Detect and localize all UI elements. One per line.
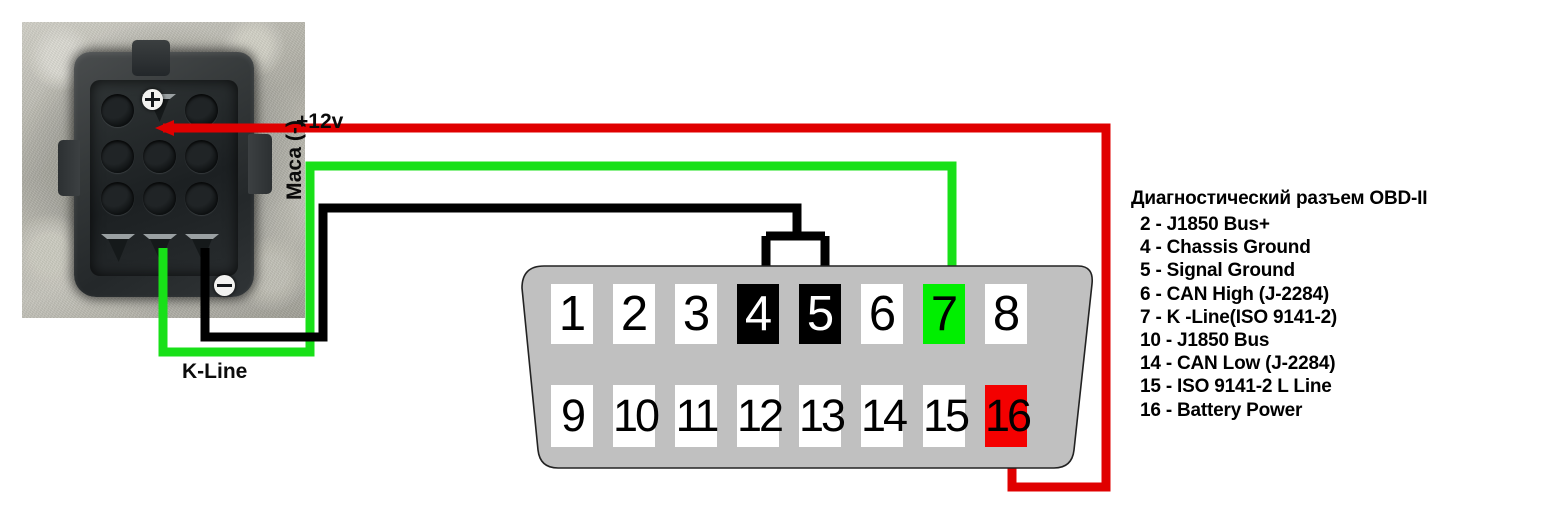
cavity-mid-right: [185, 140, 218, 173]
legend-item-pin-16: 16 - Battery Power: [1140, 399, 1303, 421]
legend-item-pin-6: 6 - CAN High (J-2284): [1140, 283, 1330, 305]
obd-pin-8[interactable]: 8: [985, 284, 1027, 344]
cavity-row3-left: [101, 182, 134, 215]
obd-pin-16[interactable]: 16: [985, 385, 1032, 447]
legend-item-pin-10: 10 - J1850 Bus: [1140, 330, 1270, 352]
obd-pin-12[interactable]: 12: [737, 385, 784, 447]
obd-pin-9[interactable]: 9: [551, 385, 593, 447]
obd-pin-5[interactable]: 5: [799, 284, 841, 344]
cavity-row3-middle: [143, 182, 176, 215]
obd-pin-10[interactable]: 10: [613, 385, 660, 447]
legend-item-pin-2: 2 - J1850 Bus+: [1140, 214, 1270, 235]
legend-item-pin-7: 7 - K -Line(ISO 9141-2): [1140, 306, 1338, 328]
legend-title: Диагностический разъем OBD-II: [1131, 188, 1428, 209]
obd-pin-4[interactable]: 4: [737, 284, 779, 344]
cavity-top-left: [101, 94, 134, 127]
obd-pin-11[interactable]: 11: [675, 385, 719, 447]
obd-ii-connector: 1 2 3 4 5 6 7 8 9 10 11 12 13 14 15 16: [500, 258, 1100, 478]
connector-left-ear: [58, 140, 80, 196]
obd-pin-14[interactable]: 14: [861, 385, 908, 447]
legend-item-pin-5: 5 - Signal Ground: [1140, 260, 1295, 282]
obd-pin-1[interactable]: 1: [551, 284, 593, 344]
connector-right-ear: [248, 134, 272, 194]
obd-wiring-diagram: +12v K-Line Маса (-) 1 2 3 4 5 6 7 8 9 1…: [0, 0, 1553, 507]
cavity-mid-left: [101, 140, 134, 173]
legend-item-pin-15: 15 - ISO 9141-2 L Line: [1140, 376, 1332, 398]
connector-photo: [22, 22, 305, 318]
wire-label-kline: K-Line: [182, 360, 248, 383]
plus-terminal-marker-icon: [142, 89, 163, 110]
connector-latch-tab: [132, 40, 170, 76]
wire-label-ground: Маса (-): [283, 120, 306, 200]
obd-pin-row-bottom: 9 10 11 12 13 14 15 16: [551, 385, 1032, 447]
obd-pinout-legend: Диагностический разъем OBD-II 2 - J1850 …: [1131, 188, 1428, 422]
obd-pin-3[interactable]: 3: [675, 284, 717, 344]
cavity-row3-right: [185, 182, 218, 215]
cavity-mid-middle: [143, 140, 176, 173]
cavity-top-right: [185, 94, 218, 127]
obd-pin-row-top: 1 2 3 4 5 6 7 8: [551, 284, 1027, 344]
obd-pin-7[interactable]: 7: [923, 284, 965, 344]
obd-pin-2[interactable]: 2: [613, 284, 655, 344]
obd-pin-15[interactable]: 15: [923, 385, 970, 447]
minus-terminal-marker-icon: [214, 275, 235, 296]
obd-pin-13[interactable]: 13: [799, 385, 846, 447]
obd-pin-6[interactable]: 6: [861, 284, 903, 344]
legend-item-pin-4: 4 - Chassis Ground: [1140, 237, 1311, 259]
legend-item-pin-14: 14 - CAN Low (J-2284): [1140, 353, 1336, 375]
